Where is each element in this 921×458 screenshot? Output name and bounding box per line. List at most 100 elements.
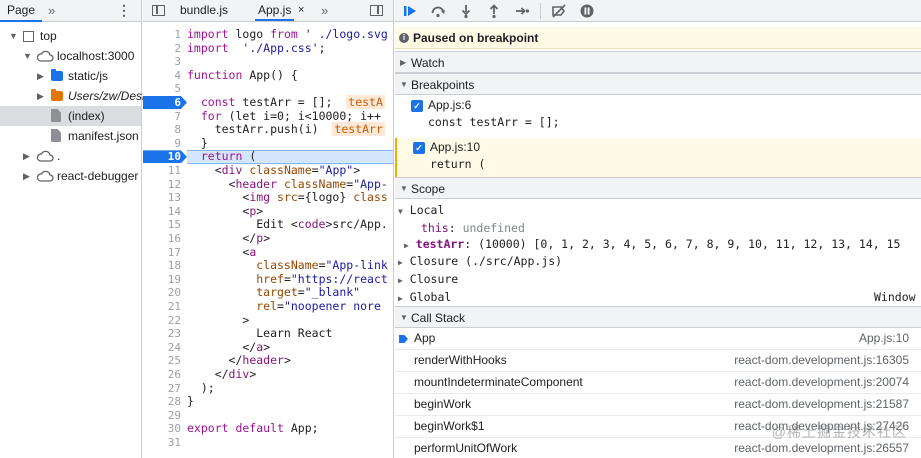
code-line[interactable]: import './App.css'; xyxy=(187,41,326,56)
breakpoint-item[interactable]: ✓ App.js:6 const testArr = []; xyxy=(395,96,921,136)
scope-local[interactable]: ▼ Local xyxy=(398,201,444,219)
code-line[interactable]: rel="noopener nore xyxy=(187,299,381,314)
pause-on-exceptions-icon[interactable] xyxy=(579,3,595,19)
line-number[interactable]: 4 xyxy=(143,69,181,83)
call-frame-location[interactable]: react-dom.development.js:16305 xyxy=(734,350,909,371)
code-line[interactable]: target="_blank" xyxy=(187,286,360,300)
line-number[interactable]: 23 xyxy=(143,327,181,341)
code-line[interactable]: } xyxy=(187,136,208,151)
scope-global[interactable]: ▶ Global xyxy=(398,288,451,306)
collapse-arrow-icon[interactable]: ▼ xyxy=(23,46,32,66)
call-frame[interactable]: App App.js:10 xyxy=(395,328,921,350)
code-line[interactable]: <img src={logo} class xyxy=(187,190,387,205)
breakpoint-checkbox[interactable]: ✓ xyxy=(411,100,423,112)
line-number[interactable]: 30 xyxy=(143,422,181,436)
tree-item[interactable]: ▼ top xyxy=(0,26,141,46)
code-line[interactable]: import logo from ' ./logo.svg xyxy=(187,27,388,42)
line-number[interactable]: 15 xyxy=(143,218,181,232)
expand-arrow-icon[interactable]: ▶ xyxy=(23,166,30,186)
toggle-debugger-icon[interactable] xyxy=(370,5,383,16)
more-tabs-button[interactable]: » xyxy=(48,3,55,18)
tree-item[interactable]: ▶ static/js xyxy=(0,66,141,86)
code-line[interactable]: <p> xyxy=(187,204,263,219)
resume-icon[interactable] xyxy=(402,3,418,19)
code-line[interactable]: className="App-link xyxy=(187,258,388,273)
line-number[interactable]: 18 xyxy=(143,259,181,273)
line-number[interactable]: 3 xyxy=(143,55,181,69)
code-line[interactable]: return ( xyxy=(187,150,256,164)
tab-page[interactable]: Page xyxy=(0,0,43,22)
code-line[interactable]: } xyxy=(187,394,194,409)
line-number[interactable]: 21 xyxy=(143,300,181,314)
code-content[interactable]: import logo from ' ./logo.svg import './A… xyxy=(187,22,393,458)
expand-arrow-icon[interactable]: ▶ xyxy=(37,66,44,86)
watch-section-header[interactable]: ▶ Watch xyxy=(395,51,921,73)
code-line[interactable]: ); xyxy=(187,381,215,396)
line-number[interactable]: 13 xyxy=(143,191,181,205)
call-frame-location[interactable]: react-dom.development.js:21587 xyxy=(734,394,909,415)
line-number[interactable]: 10 xyxy=(143,150,181,164)
breakpoint-checkbox[interactable]: ✓ xyxy=(413,142,425,154)
code-line[interactable]: </header> xyxy=(187,354,291,368)
line-number[interactable]: 27 xyxy=(143,382,181,396)
line-number-gutter[interactable]: 1 2 3 4 5 6 7 8 9 10 11 12 13 14 15 16 17 18 19 20 21 22 23 24 2… xyxy=(143,22,187,458)
line-number[interactable]: 12 xyxy=(143,178,181,192)
tree-item[interactable]: ▶. xyxy=(0,146,141,166)
line-number[interactable]: 5 xyxy=(143,82,181,96)
line-number[interactable]: 19 xyxy=(143,273,181,287)
line-number[interactable]: 8 xyxy=(143,123,181,137)
code-line[interactable]: > xyxy=(187,313,249,328)
code-line[interactable]: export default App; xyxy=(187,422,319,436)
tab-bundle-js[interactable]: bundle.js xyxy=(180,0,228,21)
code-line[interactable]: <header className="App- xyxy=(187,177,388,192)
breakpoints-section-header[interactable]: ▼ Breakpoints xyxy=(395,73,921,95)
step-over-icon[interactable] xyxy=(430,3,446,19)
line-number[interactable]: 26 xyxy=(143,368,181,382)
collapse-arrow-icon[interactable]: ▼ xyxy=(9,26,18,46)
line-number[interactable]: 6 xyxy=(143,96,181,110)
code-line[interactable]: const testArr = []; testA xyxy=(187,95,385,110)
expand-arrow-icon[interactable]: ▶ xyxy=(23,146,30,166)
scope-closure-app[interactable]: ▶ Closure (./src/App.js) xyxy=(398,252,562,270)
breakpoint-item[interactable]: ✓ App.js:10 return ( xyxy=(395,138,921,178)
line-number[interactable]: 9 xyxy=(143,137,181,151)
line-number[interactable]: 7 xyxy=(143,110,181,124)
code-line[interactable]: href="https://react xyxy=(187,272,388,287)
code-line[interactable]: <div className="App"> xyxy=(187,163,360,178)
line-number[interactable]: 28 xyxy=(143,395,181,409)
line-number[interactable]: 24 xyxy=(143,341,181,355)
scope-closure[interactable]: ▶ Closure xyxy=(398,270,458,288)
scope-var-testarr[interactable]: ▶ testArr: (10000) [0, 1, 2, 3, 4, 5, 6,… xyxy=(404,235,900,253)
step-into-icon[interactable] xyxy=(458,3,474,19)
line-number[interactable]: 16 xyxy=(143,232,181,246)
line-number[interactable]: 22 xyxy=(143,314,181,328)
expand-arrow-icon[interactable]: ▶ xyxy=(37,86,44,106)
call-frame-location[interactable]: App.js:10 xyxy=(859,328,909,349)
call-frame[interactable]: mountIndeterminateComponent react-dom.dev… xyxy=(395,372,921,394)
tree-item[interactable]: manifest.json xyxy=(0,126,141,146)
code-line[interactable]: </a> xyxy=(187,340,270,355)
call-frame-location[interactable]: react-dom.development.js:20074 xyxy=(734,372,909,393)
code-line[interactable]: </div> xyxy=(187,367,257,382)
call-frame[interactable]: beginWork react-dom.development.js:21587 xyxy=(395,394,921,416)
close-icon[interactable]: × xyxy=(298,0,304,21)
scope-section-header[interactable]: ▼ Scope xyxy=(395,177,921,199)
deactivate-breakpoints-icon[interactable] xyxy=(551,3,567,19)
toggle-navigator-icon[interactable] xyxy=(152,5,165,16)
tree-item[interactable]: ▶ react-debugger xyxy=(0,166,141,186)
line-number[interactable]: 25 xyxy=(143,354,181,368)
more-tabs-button[interactable]: » xyxy=(321,0,328,21)
tree-item[interactable]: ▶ Users/zw/Desk xyxy=(0,86,148,106)
kebab-menu-icon[interactable]: ⋮ xyxy=(117,2,131,19)
tree-item[interactable]: ▼ localhost:3000 xyxy=(0,46,141,66)
code-line[interactable]: </p> xyxy=(187,231,270,246)
step-out-icon[interactable] xyxy=(486,3,502,19)
tree-item[interactable]: (index) xyxy=(0,106,141,126)
line-number[interactable]: 29 xyxy=(143,409,181,423)
line-number[interactable]: 14 xyxy=(143,205,181,219)
code-line[interactable]: testArr.push(i) testArr xyxy=(187,122,385,137)
line-number[interactable]: 20 xyxy=(143,286,181,300)
code-line[interactable]: function App() { xyxy=(187,68,298,83)
code-line[interactable]: Learn React xyxy=(187,326,332,341)
code-line[interactable]: Edit <code>src/App. xyxy=(187,218,388,232)
